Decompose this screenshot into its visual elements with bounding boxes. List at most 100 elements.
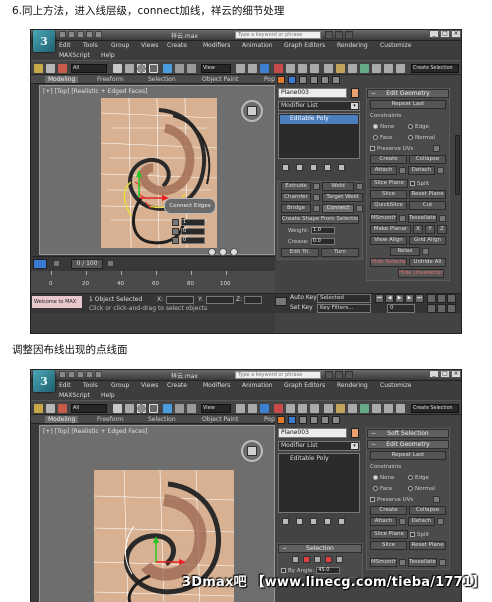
new-icon[interactable]: [59, 371, 66, 378]
menu-help[interactable]: Help: [101, 52, 115, 59]
pinch-field[interactable]: 0: [181, 228, 205, 235]
select-object-icon[interactable]: [113, 404, 122, 413]
modifier-list-dropdown[interactable]: Modifier List ▾: [278, 101, 360, 111]
make-unique-icon[interactable]: [310, 518, 317, 525]
connect-button[interactable]: Connect: [322, 204, 354, 213]
selection-header[interactable]: Selection: [278, 544, 362, 553]
edit-tri-button[interactable]: Edit Tri.: [281, 248, 319, 257]
star-icon[interactable]: [335, 371, 343, 379]
time-slider[interactable]: 0 / 100: [31, 256, 275, 271]
tab-modeling[interactable]: Modeling: [45, 76, 79, 83]
hierarchy-tab-icon[interactable]: [299, 76, 307, 84]
detach-button[interactable]: Detach: [408, 517, 435, 526]
attach-list-icon[interactable]: [399, 518, 406, 525]
snaps-toggle-icon[interactable]: [274, 64, 283, 73]
bind-spacewarp-icon[interactable]: [58, 404, 67, 413]
planar-y-button[interactable]: Y: [425, 225, 435, 234]
menu-rendering[interactable]: Rendering: [337, 382, 368, 389]
object-name-field[interactable]: Plane003: [278, 88, 347, 98]
face-radio[interactable]: [373, 486, 378, 491]
menu-graph-editors[interactable]: Graph Editors: [284, 42, 325, 49]
keyboard-shortcut-icon[interactable]: [260, 64, 269, 73]
spinner-snap-icon[interactable]: [310, 64, 319, 73]
save-icon[interactable]: [77, 371, 84, 378]
attach-button[interactable]: Attach: [370, 517, 397, 526]
time-slider-prev-icon[interactable]: [53, 260, 60, 267]
menu-customize[interactable]: Customize: [380, 42, 412, 49]
auto-key-label[interactable]: Auto Key: [290, 294, 317, 301]
open-icon[interactable]: [68, 31, 75, 38]
utilities-tab-icon[interactable]: [332, 76, 340, 84]
select-scale-icon[interactable]: [187, 64, 196, 73]
create-tab-icon[interactable]: [277, 76, 285, 84]
weight-field[interactable]: 1.0: [311, 227, 336, 234]
time-slider-frame[interactable]: 0 / 100: [71, 259, 103, 269]
viewport-top[interactable]: [+] [Top] [Realistic + Edged Faces]: [39, 85, 275, 301]
select-by-name-icon[interactable]: [125, 64, 134, 73]
menu-help[interactable]: Help: [101, 392, 115, 399]
select-manipulate-icon[interactable]: [248, 64, 257, 73]
select-rotate-icon[interactable]: [175, 404, 184, 413]
msmooth-button[interactable]: MSmooth: [370, 214, 397, 223]
tessellate-button[interactable]: Tessellate: [408, 558, 437, 567]
menu-views[interactable]: Views: [141, 382, 158, 389]
modifier-stack[interactable]: Editable Poly: [278, 453, 360, 513]
make-unique-icon[interactable]: [310, 164, 317, 171]
utilities-tab-icon[interactable]: [332, 416, 340, 424]
y-coord-field[interactable]: [206, 296, 234, 304]
curve-editor-icon[interactable]: [384, 404, 393, 413]
preserve-uvs-checkbox[interactable]: [370, 146, 375, 151]
menu-group[interactable]: Group: [111, 382, 129, 389]
stack-item-editable-poly[interactable]: Editable Poly: [280, 115, 358, 124]
slice-button[interactable]: Slice: [370, 190, 407, 199]
menu-views[interactable]: Views: [141, 42, 158, 49]
named-selection-dropdown[interactable]: Create Selection: [411, 404, 459, 413]
none-radio[interactable]: [373, 475, 378, 480]
attach-list-icon[interactable]: [399, 167, 406, 174]
remove-modifier-icon[interactable]: [324, 164, 331, 171]
menu-animation[interactable]: Animation: [242, 42, 273, 49]
select-manipulate-icon[interactable]: [248, 404, 257, 413]
msmooth-settings-icon[interactable]: [399, 559, 406, 566]
tessellate-button[interactable]: Tessellate: [408, 214, 437, 223]
slice-plane-button[interactable]: Slice Plane: [370, 179, 408, 188]
unhide-all-button[interactable]: Unhide All: [409, 258, 446, 267]
help-icon[interactable]: [345, 371, 353, 379]
vertex-icon[interactable]: [292, 556, 299, 563]
prev-frame-icon[interactable]: ◀: [385, 294, 394, 303]
named-selection-dropdown[interactable]: Create Selection: [411, 64, 459, 73]
schematic-view-icon[interactable]: [396, 404, 405, 413]
tab-object-paint[interactable]: Object Paint: [202, 416, 238, 423]
select-scale-icon[interactable]: [187, 404, 196, 413]
apply-plus-icon[interactable]: [219, 248, 227, 256]
edge-radio[interactable]: [408, 475, 413, 480]
edit-geometry-header[interactable]: Edit Geometry: [367, 440, 449, 449]
z-coord-field[interactable]: [244, 296, 262, 304]
snaps-toggle-icon[interactable]: [274, 404, 283, 413]
graphite-toggle-icon[interactable]: [372, 64, 381, 73]
zoom-icon[interactable]: [427, 294, 436, 303]
menu-tools[interactable]: Tools: [83, 42, 98, 49]
selection-filter-dropdown[interactable]: All: [71, 64, 107, 73]
preserve-uvs-settings-icon[interactable]: [433, 145, 440, 152]
weld-settings-icon[interactable]: [356, 183, 363, 190]
undo-icon[interactable]: [86, 371, 93, 378]
spinner-snap-icon[interactable]: [310, 404, 319, 413]
object-color-swatch[interactable]: [351, 428, 359, 438]
redo-icon[interactable]: [95, 31, 102, 38]
menu-modifiers[interactable]: Modifiers: [203, 382, 230, 389]
zoom-all-icon[interactable]: [437, 294, 446, 303]
polygon-icon[interactable]: [325, 556, 332, 563]
application-logo-icon[interactable]: 3: [33, 370, 55, 392]
object-name-field[interactable]: Plane003: [278, 428, 347, 438]
maximize-button[interactable]: □: [440, 370, 450, 378]
modifier-stack[interactable]: Editable Poly: [278, 113, 360, 159]
application-logo-icon[interactable]: 3: [33, 30, 55, 52]
show-end-result-icon[interactable]: [296, 518, 303, 525]
next-frame-icon[interactable]: ▶: [405, 294, 414, 303]
tab-object-paint[interactable]: Object Paint: [202, 76, 238, 83]
star-icon[interactable]: [335, 31, 343, 39]
repeat-last-button[interactable]: Repeat Last: [370, 100, 446, 109]
preserve-uvs-checkbox[interactable]: [370, 497, 375, 502]
selected-dropdown[interactable]: Selected: [317, 294, 371, 303]
